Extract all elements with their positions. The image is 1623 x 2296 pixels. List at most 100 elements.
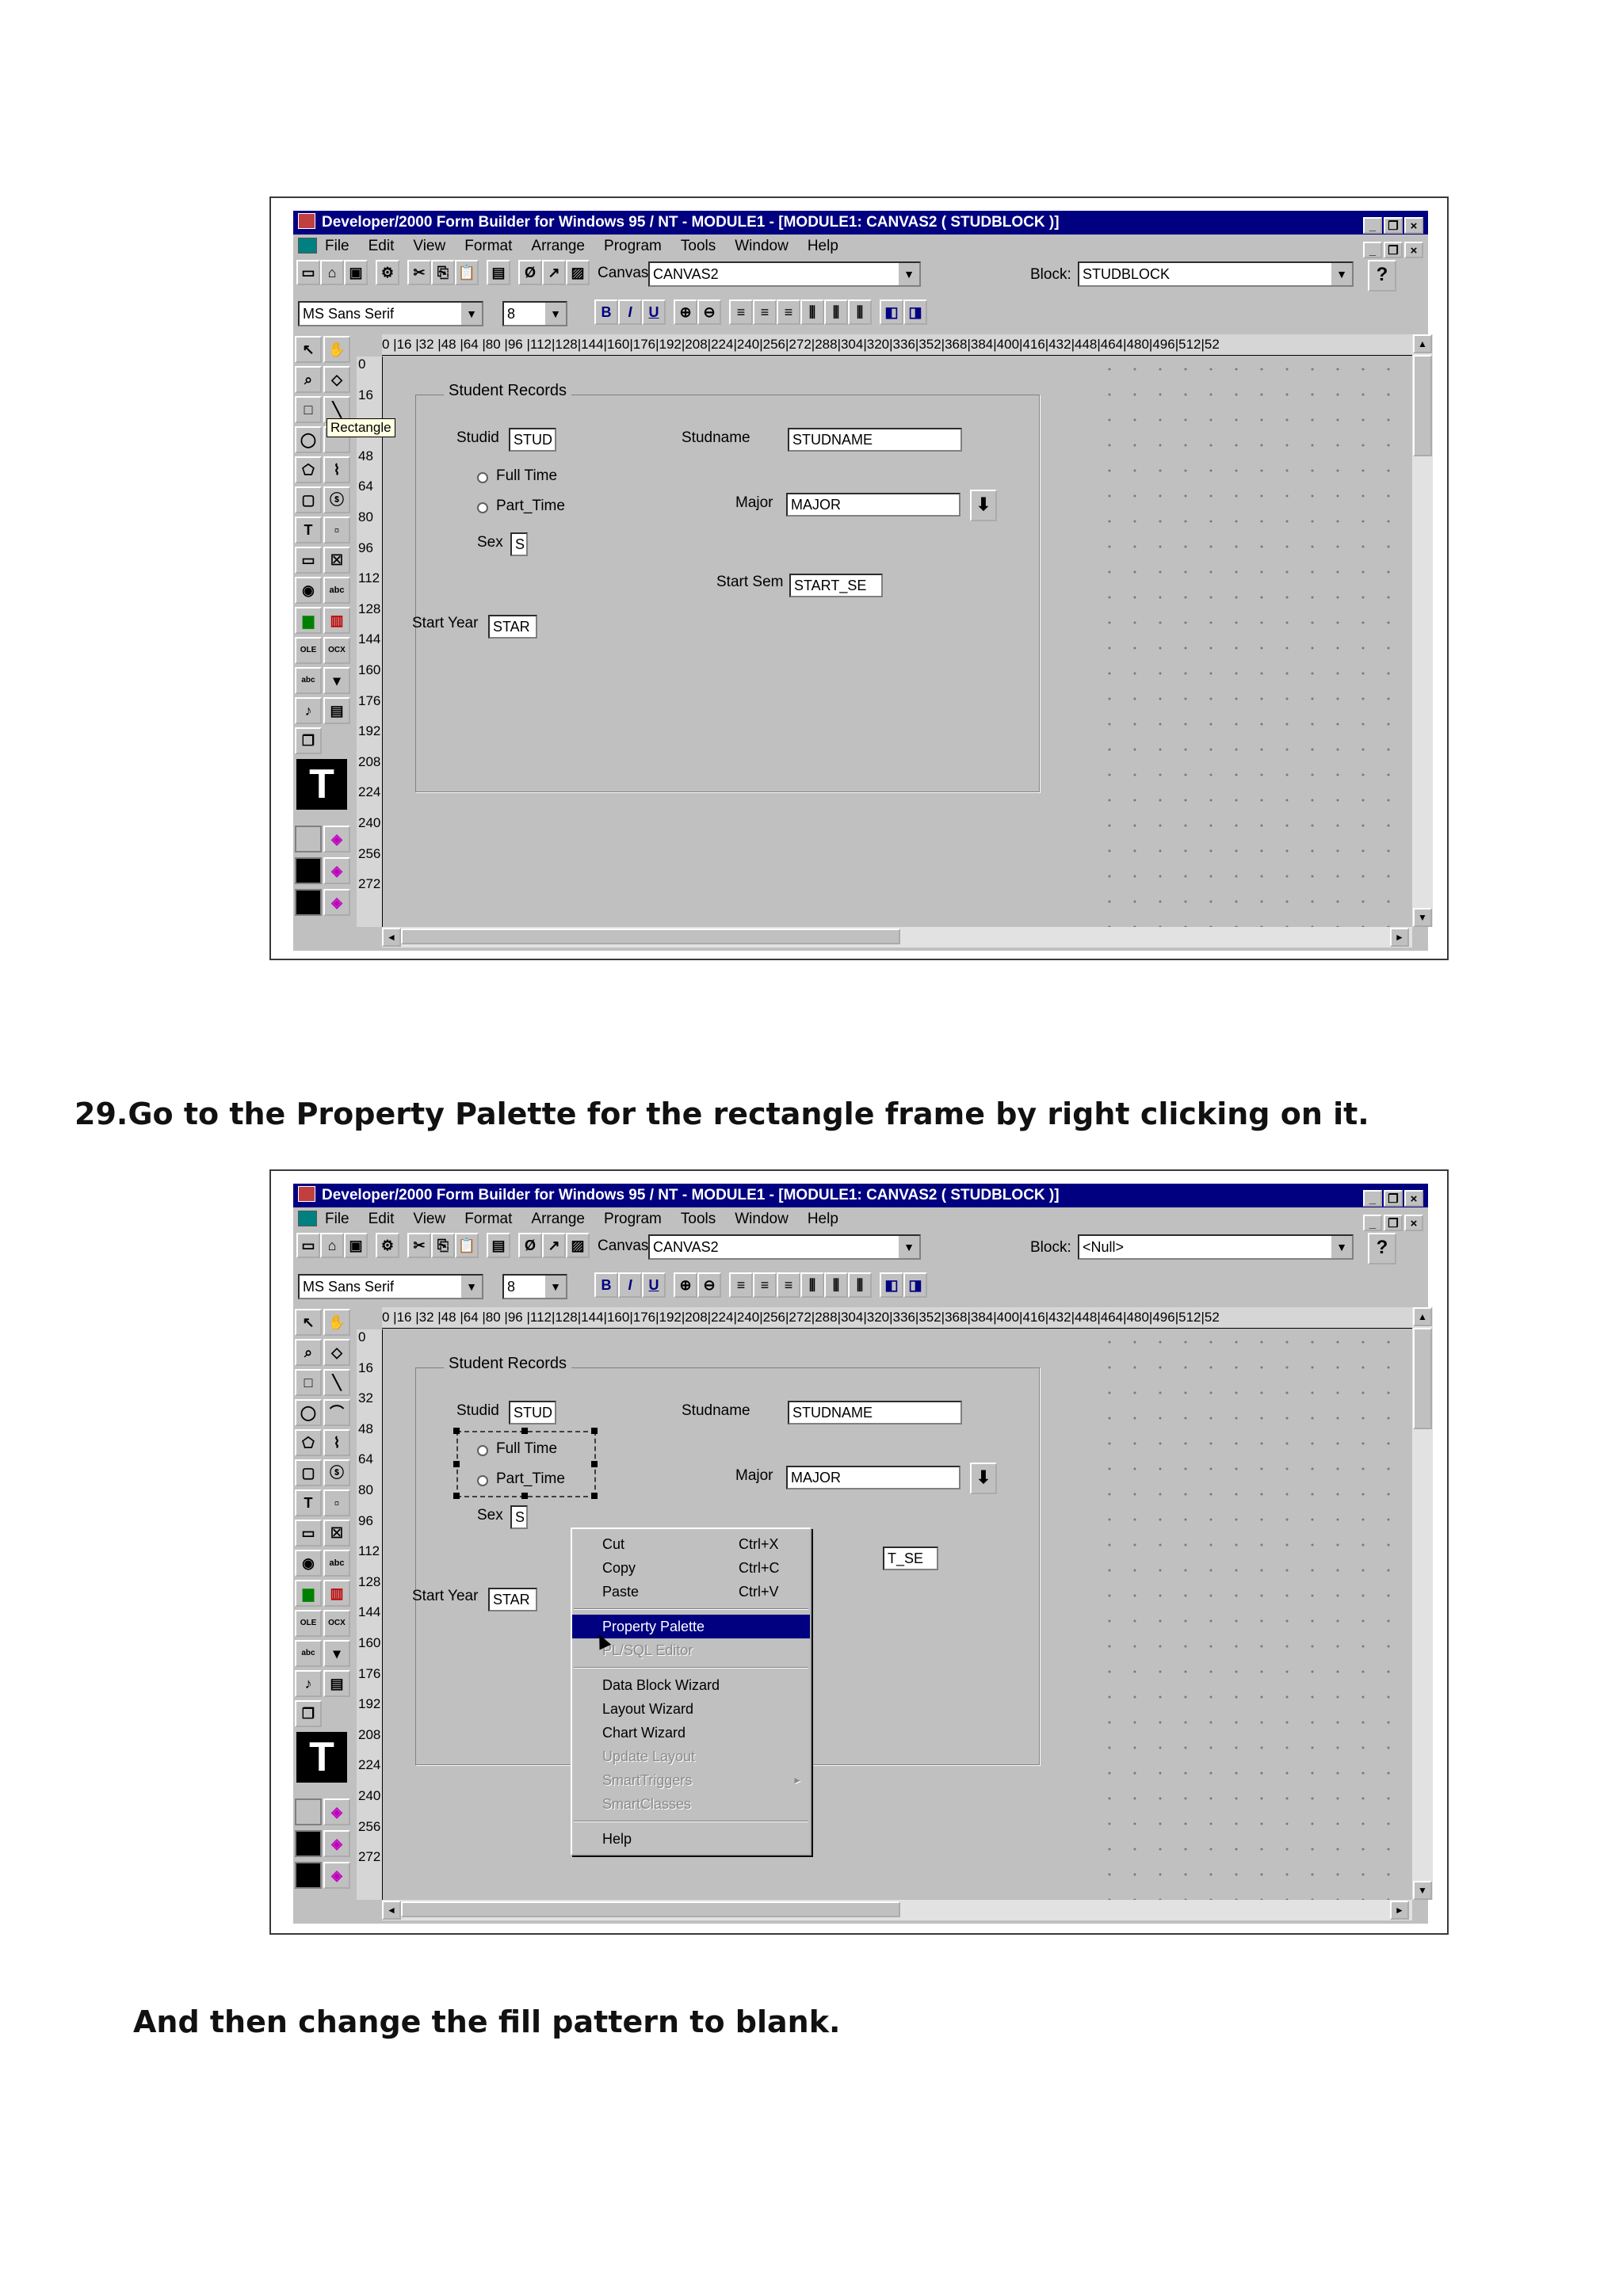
radio-tool-icon[interactable]: ◉ [295, 1550, 322, 1577]
text-color-picker-icon[interactable]: ◈ [323, 1862, 350, 1889]
menu-arrange[interactable]: Arrange [531, 1211, 585, 1227]
ole-tool-icon[interactable]: OLE [295, 1610, 322, 1637]
menu-program[interactable]: Program [604, 238, 662, 254]
tab-canvas-tool-icon[interactable]: ▤ [323, 697, 350, 724]
zoom-in-icon[interactable]: ⊕ [674, 299, 697, 325]
align-middle-icon[interactable]: ⫼ [824, 1272, 848, 1298]
doc-restore-icon[interactable]: ❐ [1384, 242, 1403, 258]
line-color-swatch[interactable] [295, 857, 322, 884]
restore-icon[interactable]: ❐ [1384, 1190, 1403, 1207]
bold-icon[interactable]: B [594, 1272, 618, 1298]
align-center-icon[interactable]: ≡ [753, 299, 777, 325]
chevron-down-icon[interactable]: ▼ [544, 1276, 566, 1298]
chevron-down-icon[interactable]: ▼ [897, 263, 919, 285]
layout-canvas[interactable]: Student Records Studid STUD Studname STU… [384, 1329, 1412, 1900]
menu-item-layout-wizard[interactable]: Layout Wizard [572, 1697, 810, 1721]
checkbox-tool-icon[interactable]: ☒ [323, 547, 350, 574]
selection-handle[interactable] [521, 1428, 528, 1434]
radio-tool-icon[interactable]: ◉ [295, 577, 322, 604]
menu-window[interactable]: Window [735, 1211, 789, 1227]
menu-format[interactable]: Format [464, 1211, 512, 1227]
sound-tool-icon[interactable]: ♪ [295, 697, 322, 724]
ocx-tool-icon[interactable]: OCX [323, 1610, 350, 1637]
align-right-icon[interactable]: ≡ [777, 1272, 800, 1298]
copy-icon[interactable]: ⎘ [431, 1233, 455, 1258]
menu-item-cut[interactable]: Cut Ctrl+X [572, 1532, 810, 1556]
select-icon[interactable]: ↖ [295, 1309, 322, 1336]
studname-field[interactable]: STUDNAME [788, 1401, 962, 1425]
doc-minimize-icon[interactable]: _ [1363, 1215, 1382, 1231]
fill-color-swatch[interactable] [295, 1798, 322, 1825]
clear-icon[interactable]: Ø [518, 260, 542, 285]
align-left-icon[interactable]: ≡ [729, 1272, 753, 1298]
start-year-field[interactable]: STAR [488, 1588, 537, 1611]
reshape-icon[interactable]: ◇ [323, 366, 350, 393]
rectangle-icon[interactable]: □ [295, 1369, 322, 1396]
lov-arrow-icon[interactable]: ⬇ [970, 490, 997, 521]
menu-item-help[interactable]: Help [572, 1827, 810, 1851]
part-time-radio[interactable] [477, 1475, 488, 1486]
align-left-icon[interactable]: ≡ [729, 299, 753, 325]
menu-view[interactable]: View [413, 238, 445, 254]
fill-icon[interactable]: ▨ [566, 260, 590, 285]
open-icon[interactable]: ⌂ [320, 260, 344, 285]
chevron-down-icon[interactable]: ▼ [1330, 1236, 1352, 1258]
select-icon[interactable]: ↖ [295, 336, 322, 363]
sound-tool-icon[interactable]: ♪ [295, 1670, 322, 1697]
text-color-icon[interactable]: T [296, 759, 347, 810]
selection-handle[interactable] [591, 1493, 598, 1499]
canvas-select[interactable]: CANVAS2 ▼ [648, 261, 921, 287]
chevron-down-icon[interactable]: ▼ [1330, 263, 1352, 285]
zoom-out-icon[interactable]: ⊖ [697, 299, 721, 325]
part-time-radio[interactable] [477, 502, 488, 513]
ole-tool-icon[interactable]: OLE [295, 637, 322, 664]
align-right-icon[interactable]: ≡ [777, 299, 800, 325]
freehand-icon[interactable]: ⓢ [323, 1459, 350, 1486]
selection-handle[interactable] [453, 1428, 460, 1434]
start-sem-field[interactable]: T_SE [883, 1547, 938, 1570]
magnify-icon[interactable]: ⌕ [295, 366, 322, 393]
start-sem-field[interactable]: START_SE [789, 574, 883, 597]
scroll-left-icon[interactable]: ◄ [382, 1901, 401, 1920]
menu-edit[interactable]: Edit [369, 238, 395, 254]
scroll-down-icon[interactable]: ▼ [1413, 908, 1432, 927]
scroll-thumb[interactable] [1413, 1328, 1432, 1429]
help-button[interactable]: ? [1368, 260, 1396, 292]
menu-item-data-block-wizard[interactable]: Data Block Wizard [572, 1673, 810, 1697]
scroll-up-icon[interactable]: ▲ [1413, 334, 1432, 353]
arrow-tool-icon[interactable]: ↗ [542, 1233, 566, 1258]
align-bottom-icon[interactable]: ⫼ [848, 299, 872, 325]
menu-item-paste[interactable]: Paste Ctrl+V [572, 1580, 810, 1604]
vertical-scrollbar[interactable]: ▲ ▼ [1412, 1307, 1433, 1900]
studid-field[interactable]: STUD [509, 428, 556, 452]
block-select[interactable]: STUDBLOCK ▼ [1078, 261, 1354, 287]
cut-icon[interactable]: ✂ [407, 260, 431, 285]
selection-handle[interactable] [591, 1428, 598, 1434]
display-item-tool-icon[interactable]: abc [295, 667, 322, 694]
vertical-scrollbar[interactable]: ▲ ▼ [1412, 334, 1433, 927]
horizontal-scrollbar[interactable]: ◄ ► [382, 927, 1412, 948]
scroll-left-icon[interactable]: ◄ [382, 928, 401, 947]
rounded-rect-icon[interactable]: ▢ [295, 486, 322, 513]
image-tool-icon[interactable]: ▆ [295, 607, 322, 634]
magnify-icon[interactable]: ⌕ [295, 1339, 322, 1366]
chart-tool-icon[interactable]: ▥ [323, 607, 350, 634]
chevron-down-icon[interactable]: ▼ [544, 303, 566, 325]
menu-item-chart-wizard[interactable]: Chart Wizard [572, 1721, 810, 1745]
selection-handle[interactable] [453, 1493, 460, 1499]
full-time-radio[interactable] [477, 1445, 488, 1456]
chart-tool-icon[interactable]: ▥ [323, 1580, 350, 1607]
minimize-icon[interactable]: _ [1363, 1190, 1382, 1207]
minimize-icon[interactable]: _ [1363, 217, 1382, 234]
doc-minimize-icon[interactable]: _ [1363, 242, 1382, 258]
frame-tool-icon[interactable]: ▫ [323, 517, 350, 543]
italic-icon[interactable]: I [618, 299, 642, 325]
align-top-icon[interactable]: ⫼ [800, 1272, 824, 1298]
studid-field[interactable]: STUD [509, 1401, 556, 1425]
open-icon[interactable]: ⌂ [320, 1233, 344, 1258]
zoom-in-icon[interactable]: ⊕ [674, 1272, 697, 1298]
menu-format[interactable]: Format [464, 238, 512, 254]
doc-close-icon[interactable]: × [1404, 242, 1423, 258]
fill-icon[interactable]: ▨ [566, 1233, 590, 1258]
display-item-tool-icon[interactable]: abc [295, 1640, 322, 1667]
